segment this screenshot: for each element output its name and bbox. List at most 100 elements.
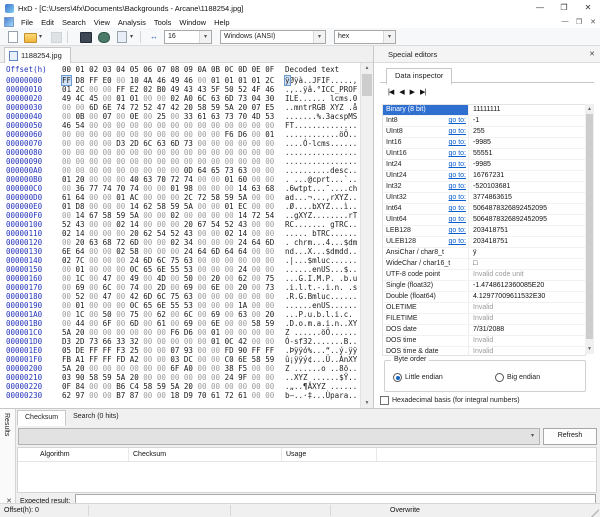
hex-row[interactable]: 0000010052 43 00 00 02 14 00 00 00 20 67… [0,220,360,229]
hex-byte[interactable]: 72 [252,211,261,220]
hex-byte[interactable]: 00 [62,301,71,310]
hex-byte[interactable]: 00 [211,382,220,391]
hex-byte[interactable]: 52 [238,85,247,94]
hex-byte[interactable]: FF [116,85,125,94]
hex-byte[interactable]: 36 [76,184,85,193]
hex-byte[interactable]: 00 [143,355,152,364]
hex-byte[interactable]: 73 [89,337,98,346]
hex-byte[interactable]: 5A [184,202,193,211]
hex-byte[interactable]: 00 [76,166,85,175]
hex-byte[interactable]: 00 [103,121,112,130]
hex-byte[interactable]: F6 [170,328,179,337]
hex-bytes[interactable]: 00 36 77 74 70 74 00 00 01 98 00 00 00 1… [62,184,282,193]
hex-byte[interactable]: 00 [76,157,85,166]
hex-byte[interactable]: 20 [265,310,274,319]
hex-byte[interactable]: 1C [76,274,85,283]
hex-scrollbar[interactable]: ▲ ▼ [360,63,373,408]
hex-byte[interactable]: 75 [170,292,179,301]
hex-byte[interactable]: 52 [225,220,234,229]
hex-byte[interactable]: 6D [265,238,274,247]
hex-bytes[interactable]: 0F 84 00 00 B6 C4 58 59 5A 20 00 00 00 0… [62,382,282,391]
hex-byte[interactable]: 20 [238,283,247,292]
hex-byte[interactable]: 33 [116,337,125,346]
results-side-tab[interactable]: Results [0,409,16,504]
column-header-usage[interactable]: Usage [282,448,377,461]
hex-bytes[interactable]: 00 00 00 00 00 00 00 00 00 00 00 00 F6 D… [62,130,282,139]
hex-row[interactable]: 0000023062 97 00 00 B7 87 00 00 18 D9 70… [0,391,360,400]
hex-byte[interactable]: 00 [89,202,98,211]
hex-byte[interactable]: 53 [184,265,193,274]
hex-bytes[interactable]: FF D8 FF E0 00 10 4A 46 49 46 00 01 01 0… [62,76,282,85]
hex-byte[interactable]: 00 [252,274,261,283]
hex-byte[interactable]: C4 [130,382,139,391]
hex-byte[interactable]: 00 [89,112,98,121]
hex-byte[interactable]: 6D [143,256,152,265]
hex-byte[interactable]: 62 [62,391,71,400]
hex-byte[interactable]: 69 [211,310,220,319]
hex-byte[interactable]: 00 [252,391,261,400]
hex-byte[interactable]: 73 [265,283,274,292]
hex-byte[interactable]: 00 [62,130,71,139]
hex-byte[interactable]: 6F [170,364,179,373]
decoded-text[interactable]: .|...$mluc...... [285,256,357,265]
hex-row[interactable]: 0000004000 0B 00 07 00 0E 00 25 00 33 61… [0,112,360,121]
hex-byte[interactable]: 00 [89,382,98,391]
hex-byte[interactable]: 00 [252,283,261,292]
hex-byte[interactable]: 00 [211,184,220,193]
menu-item-view[interactable]: View [90,18,114,27]
hex-byte[interactable]: 00 [265,373,274,382]
hex-byte[interactable]: 00 [265,364,274,373]
decoded-text[interactable]: ......enUS...... [285,301,357,310]
hex-byte[interactable]: 00 [143,121,152,130]
refresh-button[interactable]: Refresh [543,428,597,445]
hex-byte[interactable]: 24 [238,265,247,274]
hex-byte[interactable]: 53 [265,112,274,121]
hex-byte[interactable]: 20 [76,328,85,337]
hex-byte[interactable]: 00 [184,211,193,220]
hex-byte[interactable]: 00 [170,247,179,256]
hex-byte[interactable]: 24 [238,238,247,247]
hex-byte[interactable]: 00 [116,283,125,292]
decoded-text[interactable]: ................ [285,157,357,166]
hex-byte[interactable]: 00 [238,139,247,148]
inspector-type-cell[interactable]: OLETIME [383,303,469,313]
hex-bytes[interactable]: D3 2D 73 66 33 32 00 00 00 00 00 01 0C 4… [62,337,282,346]
hex-byte[interactable]: 42 [238,337,247,346]
decoded-text[interactable]: . chrm...4...$dm [285,238,357,247]
menu-item-help[interactable]: Help [210,18,233,27]
hex-row[interactable]: 0000007000 00 00 00 D3 2D 6C 63 6D 73 00… [0,139,360,148]
hex-byte[interactable]: 00 [238,292,247,301]
hex-byte[interactable]: 00 [143,238,152,247]
hex-byte[interactable]: 00 [157,94,166,103]
hex-byte[interactable]: 0C [130,301,139,310]
hex-byte[interactable]: 6D [89,103,98,112]
decoded-text[interactable]: ..... bTRC...... [285,229,357,238]
hex-byte[interactable]: 00 [89,292,98,301]
hex-byte[interactable]: 00 [116,292,125,301]
hex-byte[interactable]: 60 [238,175,247,184]
decoded-text[interactable]: ...G.I.M.P. .b.u [285,274,357,283]
decoded-selected-char[interactable]: ÿ [285,76,290,85]
hex-byte[interactable]: 67 [197,220,206,229]
hex-byte[interactable]: F3 [116,346,125,355]
hex-bytes[interactable]: 49 4C 45 00 01 01 00 00 02 A0 6C 63 6D 7… [62,94,282,103]
hex-byte[interactable]: 00 [252,202,261,211]
decoded-text[interactable]: .D.o.m.a.i.n..XY [285,319,357,328]
inspector-value-cell[interactable]: Invalid [469,336,585,346]
hex-row[interactable]: 000001C05A 20 00 00 00 00 00 00 F6 D6 00… [0,328,360,337]
hex-byte[interactable]: 00 [211,157,220,166]
scroll-down-icon[interactable]: ▼ [361,398,373,408]
hex-byte[interactable]: 00 [157,184,166,193]
hex-byte[interactable]: 34 [184,238,193,247]
hex-byte[interactable]: 6D [130,319,139,328]
hex-byte[interactable]: 52 [143,103,152,112]
inspector-row[interactable]: DOS date7/31/2088 [383,325,585,336]
hex-byte[interactable]: 00 [157,148,166,157]
inspector-type-cell[interactable]: FILETIME [383,314,469,324]
hex-byte[interactable]: 00 [211,256,220,265]
minimize-button[interactable]: — [528,0,552,16]
hex-byte[interactable]: 54 [157,229,166,238]
hex-byte[interactable]: 00 [211,139,220,148]
hex-byte[interactable]: 9F [238,373,247,382]
inspector-row[interactable]: UInt32go to:3774863615 [383,193,585,204]
